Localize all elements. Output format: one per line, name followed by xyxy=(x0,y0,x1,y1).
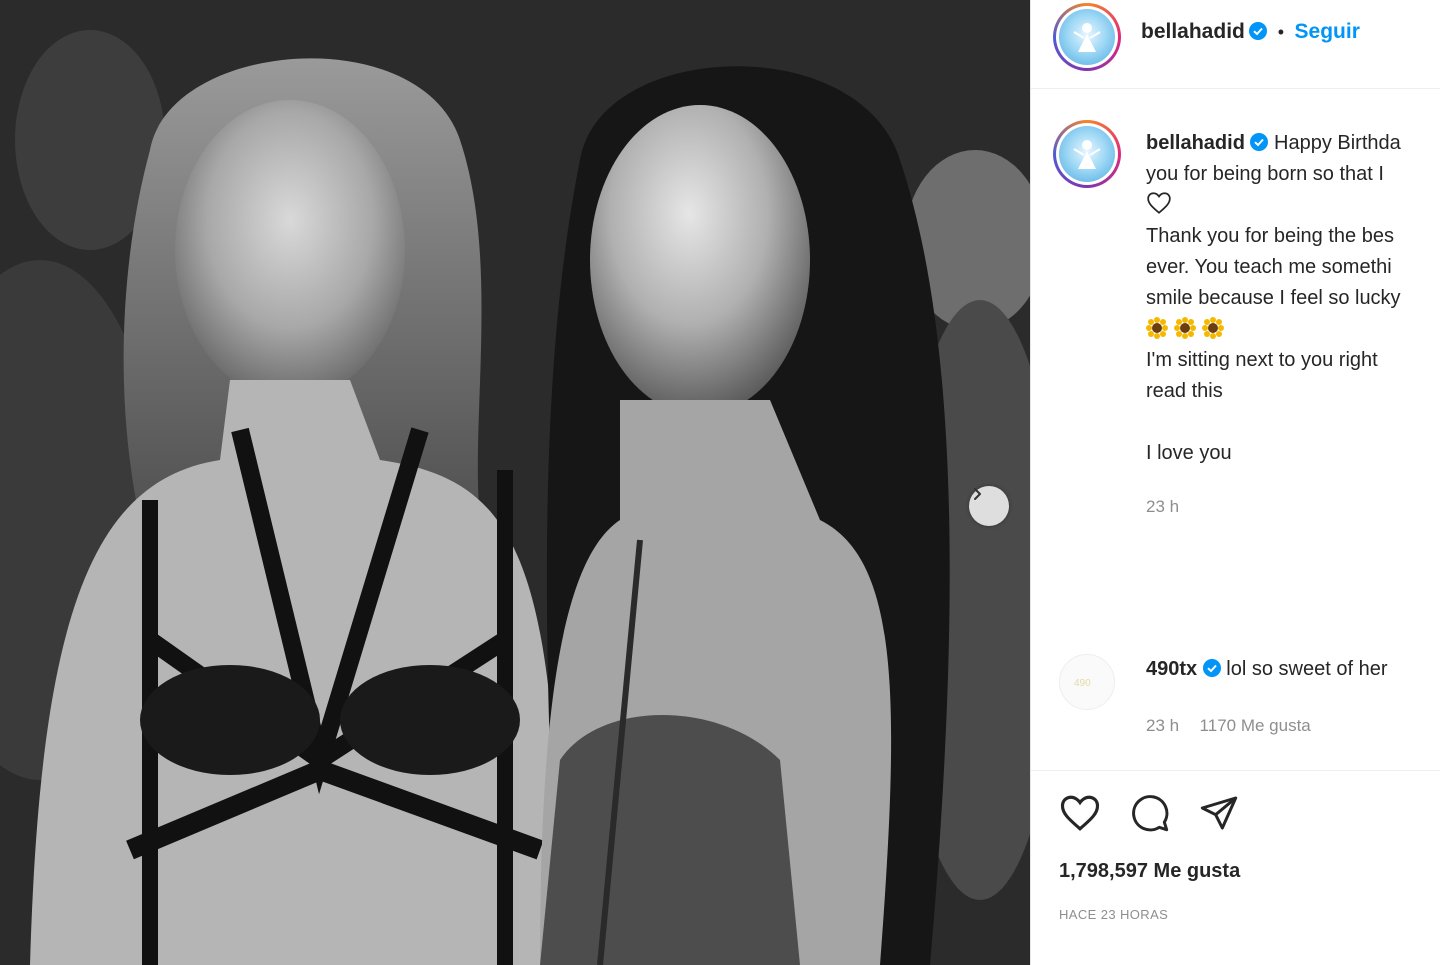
avatar-image xyxy=(1059,9,1115,65)
comment-meta: 23 h 1170 Me gusta xyxy=(1146,716,1311,736)
post-header: bellahadid • Seguir xyxy=(1031,0,1440,89)
caption-line-7-emojis xyxy=(1146,314,1440,345)
comment-body: 490tx lol so sweet of her xyxy=(1146,658,1387,681)
caption-gap xyxy=(1146,407,1440,438)
comment-username[interactable]: 490tx xyxy=(1146,658,1197,680)
caption-line-11: I love you xyxy=(1146,442,1232,464)
post-time-ago[interactable]: HACE 23 HORAS xyxy=(1059,907,1168,922)
caption-timestamp[interactable]: 23 h xyxy=(1146,497,1179,516)
like-heart-icon[interactable] xyxy=(1059,793,1101,833)
sunflower-icon xyxy=(1202,317,1224,339)
share-send-icon[interactable] xyxy=(1199,793,1239,833)
post-actions xyxy=(1031,770,1440,851)
caption-avatar-image xyxy=(1059,126,1115,182)
comment-likes[interactable]: 1170 Me gusta xyxy=(1200,716,1311,735)
chevron-right-icon xyxy=(974,488,981,500)
caption-text-1: Happy Birthda xyxy=(1274,132,1401,154)
verified-badge-icon xyxy=(1250,133,1269,151)
avatar-ring xyxy=(1056,6,1118,68)
post-likes-count[interactable]: 1,798,597 Me gusta xyxy=(1059,860,1240,883)
post-photo[interactable] xyxy=(0,0,1030,965)
sunflower-icon xyxy=(1146,317,1168,339)
avatar[interactable] xyxy=(1053,3,1121,71)
instagram-post-view: bellahadid • Seguir bellahadid Happy Bir… xyxy=(0,0,1440,965)
caption-line-3 xyxy=(1146,190,1440,221)
caption-line-5: ever. You teach me somethi xyxy=(1146,256,1392,278)
follow-button[interactable]: Seguir xyxy=(1295,20,1360,43)
verified-badge-icon xyxy=(1249,22,1268,40)
caption-line-6: smile because I feel so lucky xyxy=(1146,287,1401,309)
comment-timestamp[interactable]: 23 h xyxy=(1146,716,1179,735)
caption-line-9: read this xyxy=(1146,380,1223,402)
angel-figure-icon xyxy=(1073,140,1101,169)
verified-badge-icon xyxy=(1202,659,1221,677)
caption-gap-2 xyxy=(1146,469,1440,491)
post-side-panel: bellahadid • Seguir bellahadid Happy Bir… xyxy=(1030,0,1440,965)
commenter-logo-icon: 490 xyxy=(1074,678,1091,689)
caption: bellahadid Happy Birthda you for being b… xyxy=(1146,128,1440,522)
heart-outline-icon xyxy=(1147,192,1171,214)
comment-bubble-icon[interactable] xyxy=(1129,793,1171,833)
caption-avatar[interactable] xyxy=(1053,120,1121,188)
caption-username[interactable]: bellahadid xyxy=(1146,132,1245,154)
header-identity: bellahadid • Seguir xyxy=(1141,20,1360,44)
caption-line-1: bellahadid Happy Birthda xyxy=(1146,128,1440,159)
commenter-avatar[interactable]: 490 xyxy=(1059,654,1115,710)
svg-text:490: 490 xyxy=(1074,678,1091,689)
next-photo-button[interactable] xyxy=(969,486,1009,526)
caption-avatar-ring xyxy=(1056,123,1118,185)
follow-separator: • xyxy=(1277,22,1285,42)
angel-figure-icon xyxy=(1073,23,1101,52)
caption-line-8: I'm sitting next to you right xyxy=(1146,349,1378,371)
sunflower-icon xyxy=(1174,317,1196,339)
caption-line-4: Thank you for being the bes xyxy=(1146,225,1394,247)
header-username[interactable]: bellahadid xyxy=(1141,20,1245,43)
caption-line-2: you for being born so that I xyxy=(1146,163,1384,185)
photo-artwork xyxy=(0,0,1030,965)
comment-text: lol so sweet of her xyxy=(1226,658,1388,680)
